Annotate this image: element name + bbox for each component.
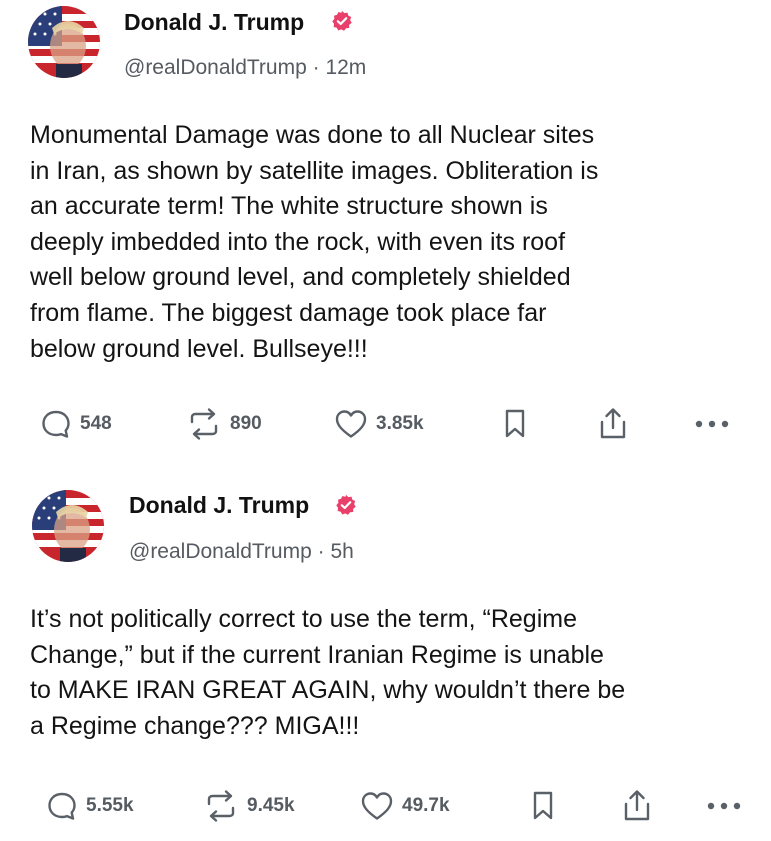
reply-button[interactable]: 5.55k (46, 786, 134, 826)
retruth-icon (207, 790, 235, 822)
bookmark-icon (505, 409, 525, 438)
more-icon (707, 802, 741, 810)
share-icon (624, 790, 650, 821)
avatar[interactable] (28, 6, 100, 78)
author-name[interactable]: Donald J. Trump (124, 9, 304, 36)
retruth-button[interactable]: 9.45k (203, 786, 295, 826)
post-text: It’s not politically correct to use the … (30, 605, 626, 740)
retruth-count: 890 (230, 413, 262, 434)
retruth-icon (190, 408, 218, 440)
share-icon (600, 408, 626, 439)
author-handle[interactable]: @realDonaldTrump (124, 56, 307, 79)
post-time[interactable]: 5h (330, 540, 353, 563)
reply-count: 548 (80, 413, 112, 434)
author-name[interactable]: Donald J. Trump (129, 492, 309, 519)
like-button[interactable]: 49.7k (360, 786, 450, 826)
more-button[interactable] (694, 404, 730, 444)
author-handle[interactable]: @realDonaldTrump (129, 540, 312, 563)
post-meta: @realDonaldTrump · 12m (124, 56, 367, 79)
share-button[interactable] (597, 404, 629, 444)
post-meta: @realDonaldTrump · 5h (129, 540, 354, 563)
avatar[interactable] (32, 490, 104, 562)
retruth-count: 9.45k (247, 795, 295, 816)
bookmark-icon (533, 791, 553, 820)
post-time[interactable]: 12m (325, 56, 366, 79)
bookmark-button[interactable] (531, 786, 555, 826)
share-button[interactable] (621, 786, 653, 826)
reply-icon (48, 792, 76, 820)
post-actions: 5.55k 9.45k 49.7k (0, 786, 771, 826)
post-text: Monumental Damage was done to all Nuclea… (30, 121, 599, 363)
heart-icon (335, 410, 367, 438)
post-1: Donald J. Trump @realDonaldTrump · 12m M… (0, 0, 771, 470)
verified-badge-icon (336, 494, 356, 515)
more-button[interactable] (706, 786, 742, 826)
like-button[interactable]: 3.85k (334, 404, 424, 444)
heart-icon (361, 792, 393, 820)
more-icon (695, 420, 729, 428)
reply-count: 5.55k (86, 795, 134, 816)
retruth-button[interactable]: 890 (186, 404, 262, 444)
like-count: 3.85k (376, 413, 424, 434)
reply-icon (42, 410, 70, 438)
like-count: 49.7k (402, 795, 450, 816)
verified-badge-icon (332, 10, 352, 31)
post-actions: 548 890 3.85k (0, 404, 771, 444)
bookmark-button[interactable] (503, 404, 527, 444)
post-2: Donald J. Trump @realDonaldTrump · 5h It… (0, 470, 771, 841)
reply-button[interactable]: 548 (40, 404, 112, 444)
